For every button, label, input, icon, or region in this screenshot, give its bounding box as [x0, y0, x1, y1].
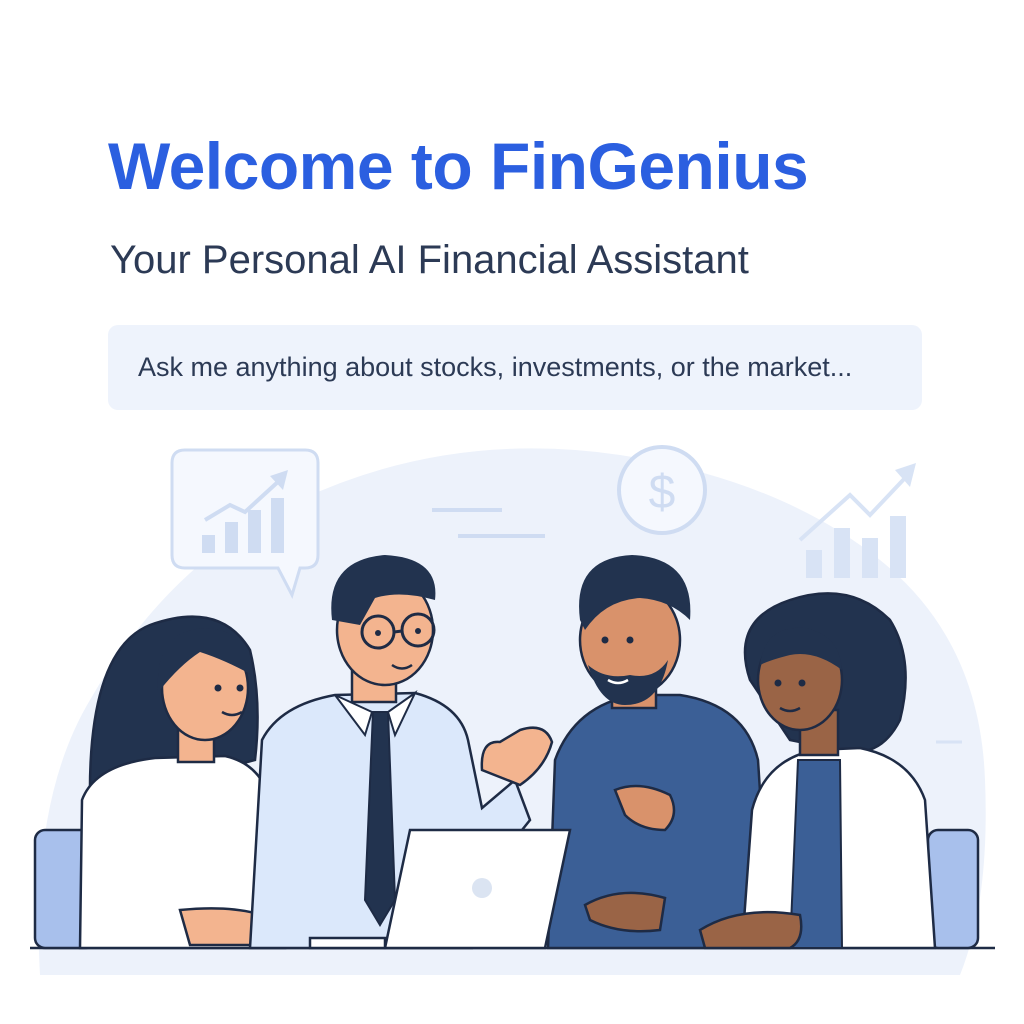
page-subtitle: Your Personal AI Financial Assistant: [110, 238, 749, 282]
search-box[interactable]: [108, 325, 922, 410]
team-illustration: $: [30, 445, 995, 976]
search-input[interactable]: [138, 325, 922, 410]
dollar-coin-icon: $: [617, 445, 707, 535]
page-title: Welcome to FinGenius: [108, 129, 809, 203]
svg-text:$: $: [649, 466, 676, 519]
